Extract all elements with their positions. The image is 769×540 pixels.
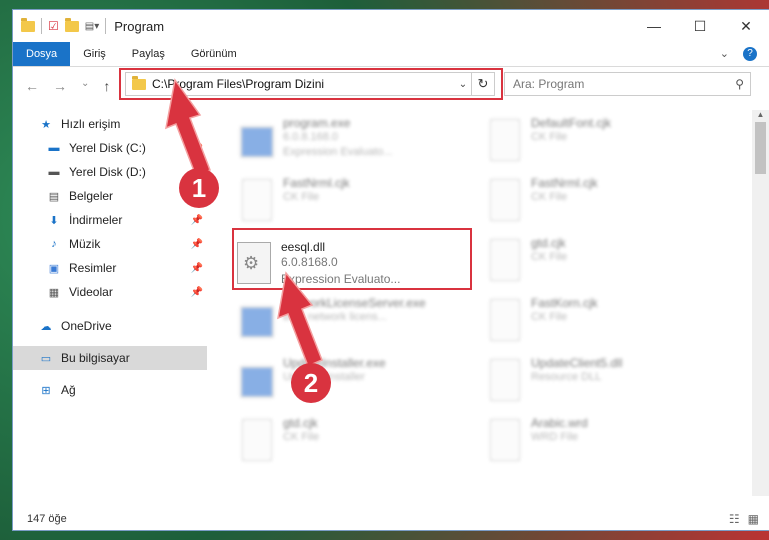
tab-view[interactable]: Görünüm (178, 42, 250, 66)
step-1-badge: 1 (179, 168, 219, 208)
folder-icon (21, 17, 35, 32)
sidebar-item-documents[interactable]: ▤ Belgeler 📌 (13, 184, 207, 208)
tab-share[interactable]: Paylaş (119, 42, 178, 66)
list-item[interactable]: gtd.cjk CK File (485, 236, 725, 292)
window-title: Program (114, 18, 165, 34)
application-icon (240, 366, 274, 398)
new-folder-icon[interactable] (64, 17, 79, 32)
sidebar-item-onedrive[interactable]: ☁ OneDrive (13, 314, 207, 338)
sidebar-item-disk-c[interactable]: ▬ Yerel Disk (C:) 📌 (13, 136, 207, 160)
sidebar-item-this-pc[interactable]: ▭ Bu bilgisayar (13, 346, 207, 370)
status-bar: 147 öğe ☷ ▦ (13, 508, 769, 530)
sidebar-item-disk-d[interactable]: ▬ Yerel Disk (D:) 📌 (13, 160, 207, 184)
recent-locations-icon[interactable]: ⌄ (81, 78, 89, 94)
file-list: program.exe 6.0.8.168.0 Expression Evaluat… (227, 110, 743, 496)
picture-icon: ▣ (48, 262, 60, 275)
vertical-scrollbar[interactable]: ▲ (752, 110, 769, 496)
file-highlight-box (232, 228, 472, 290)
pin-icon: 📌 (190, 262, 203, 274)
title-bar: ☑ ▤▾ Program — ☐ ✕ (13, 10, 769, 42)
video-icon: ▦ (48, 286, 60, 299)
tiles-view-icon[interactable]: ▦ (748, 512, 759, 526)
file-icon (242, 179, 272, 221)
pin-icon: 📌 (190, 214, 203, 226)
drive-icon: ▬ (48, 166, 60, 178)
computer-icon: ▭ (40, 352, 52, 365)
download-icon: ⬇ (49, 214, 59, 227)
properties-icon[interactable]: ☑ (48, 19, 59, 33)
application-icon (240, 306, 274, 338)
list-item[interactable]: DefaultFont.cjk CK File (485, 116, 725, 172)
close-button[interactable]: ✕ (723, 10, 769, 42)
ribbon: Dosya Giriş Paylaş Görünüm ⌄ ? (13, 42, 769, 67)
file-icon (490, 179, 520, 221)
sidebar-item-pictures[interactable]: ▣ Resimler 📌 (13, 256, 207, 280)
sidebar-item-videos[interactable]: ▦ Videolar 📌 (13, 280, 207, 304)
tab-home[interactable]: Giriş (70, 42, 119, 66)
window-controls: — ☐ ✕ (631, 10, 769, 42)
list-item[interactable]: FastNrml.cjk CK File (485, 176, 725, 232)
item-count: 147 öğe (27, 513, 67, 525)
file-icon (490, 299, 520, 341)
network-icon: ⊞ (41, 384, 51, 397)
pin-icon: 📌 (190, 238, 203, 250)
scroll-up-icon[interactable]: ▲ (752, 110, 769, 119)
forward-arrow-icon[interactable]: → (53, 78, 67, 94)
cloud-icon: ☁ (40, 320, 52, 333)
list-item[interactable]: Arabic.wrd WRD File (485, 416, 725, 472)
sidebar-item-downloads[interactable]: ⬇ İndirmeler 📌 (13, 208, 207, 232)
list-item[interactable]: UpdateInstaller.exeUpdates installer (237, 356, 477, 412)
search-input[interactable]: Ara: Program ⚲ (504, 72, 751, 96)
back-arrow-icon[interactable]: ← (25, 78, 39, 94)
document-icon: ▤ (48, 190, 60, 203)
pin-icon: 📌 (190, 142, 203, 154)
customize-toolbar-icon[interactable]: ▤▾ (85, 21, 99, 32)
dll-file-icon (490, 359, 520, 401)
tab-file[interactable]: Dosya (13, 42, 71, 66)
quick-access-toolbar: ☑ ▤▾ (13, 17, 107, 34)
list-item[interactable]: NetworkLicenseServer.exe BBY network lice… (237, 296, 477, 352)
drive-icon: ▬ (48, 142, 60, 154)
expand-ribbon-icon[interactable]: ⌄ (720, 47, 729, 61)
scrollbar-thumb[interactable] (755, 122, 766, 174)
file-icon (490, 419, 520, 461)
list-item[interactable]: FastKorn.cjk CK File (485, 296, 725, 352)
details-view-icon[interactable]: ☷ (729, 512, 740, 526)
search-placeholder: Ara: Program (513, 77, 585, 91)
application-icon (240, 126, 274, 158)
list-item[interactable]: FastNrml.cjk CK File (237, 176, 477, 232)
maximize-button[interactable]: ☐ (677, 10, 723, 42)
address-highlight-box (119, 68, 503, 100)
file-icon (242, 419, 272, 461)
file-icon (490, 239, 520, 281)
star-icon: ★ (41, 118, 51, 131)
file-icon (490, 119, 520, 161)
help-icon[interactable]: ? (743, 47, 757, 61)
minimize-button[interactable]: — (631, 10, 677, 42)
sidebar-item-music[interactable]: ♪ Müzik 📌 (13, 232, 207, 256)
sidebar-item-quick-access[interactable]: ★ Hızlı erişim (13, 112, 207, 136)
up-arrow-icon[interactable]: ↑ (103, 78, 110, 94)
music-icon: ♪ (51, 238, 57, 250)
navigation-buttons: ← → ⌄ ↑ (13, 78, 119, 94)
list-item[interactable]: gtd.cjk CK File (237, 416, 477, 472)
explorer-window: ☑ ▤▾ Program — ☐ ✕ Dosya Giriş Paylaş Gö… (13, 10, 769, 530)
navigation-pane: ★ Hızlı erişim ▬ Yerel Disk (C:) 📌 ▬ Yer… (13, 112, 207, 496)
pin-icon: 📌 (190, 286, 203, 298)
sidebar-item-network[interactable]: ⊞ Ağ (13, 378, 207, 402)
list-item[interactable]: UpdateClient5.dll Resource DLL (485, 356, 725, 412)
list-item[interactable]: program.exe 6.0.8.168.0 Expression Evaluat… (237, 116, 477, 172)
search-icon[interactable]: ⚲ (735, 77, 744, 91)
step-2-badge: 2 (291, 363, 331, 403)
